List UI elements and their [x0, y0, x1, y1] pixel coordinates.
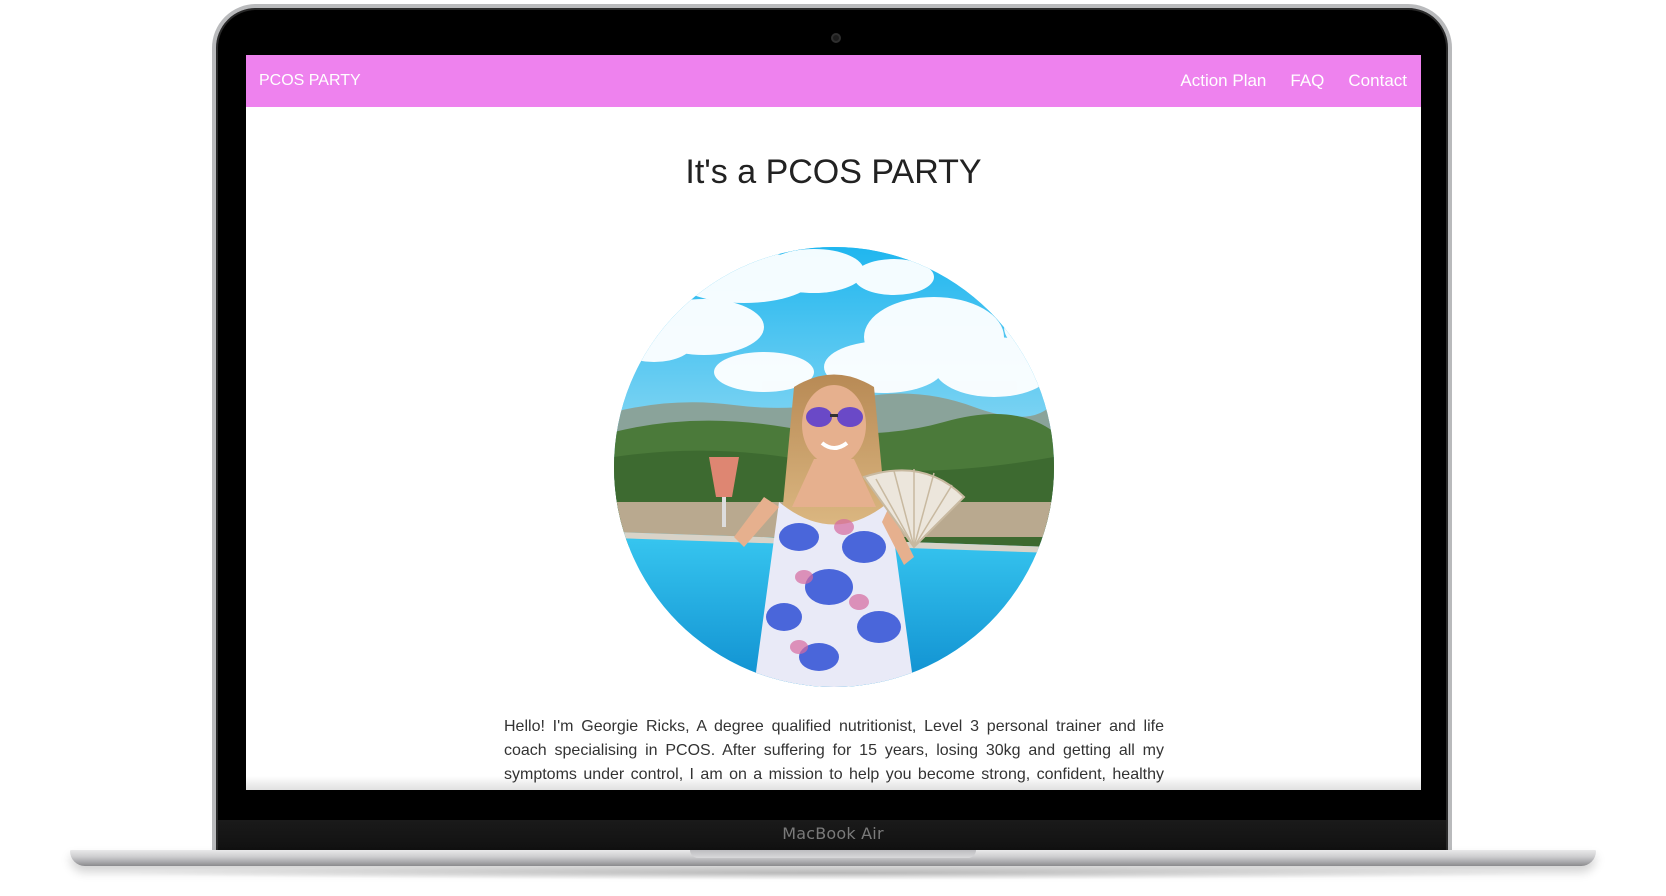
nav-links: Action Plan FAQ Contact [1180, 71, 1407, 91]
device-label: MacBook Air [782, 824, 884, 843]
laptop-opening-notch [690, 850, 976, 858]
nav-link-action-plan[interactable]: Action Plan [1180, 71, 1266, 91]
profile-photo [614, 247, 1054, 687]
screen-fade [246, 776, 1421, 790]
navbar: PCOS PARTY Action Plan FAQ Contact [246, 55, 1421, 107]
laptop-shadow [110, 866, 1556, 880]
browser-screen: PCOS PARTY Action Plan FAQ Contact It's … [246, 55, 1421, 790]
page-title: It's a PCOS PARTY [685, 153, 982, 191]
nav-link-faq[interactable]: FAQ [1290, 71, 1324, 91]
webcam-icon [831, 33, 841, 43]
brand-link[interactable]: PCOS PARTY [259, 72, 361, 90]
nav-link-contact[interactable]: Contact [1348, 71, 1407, 91]
